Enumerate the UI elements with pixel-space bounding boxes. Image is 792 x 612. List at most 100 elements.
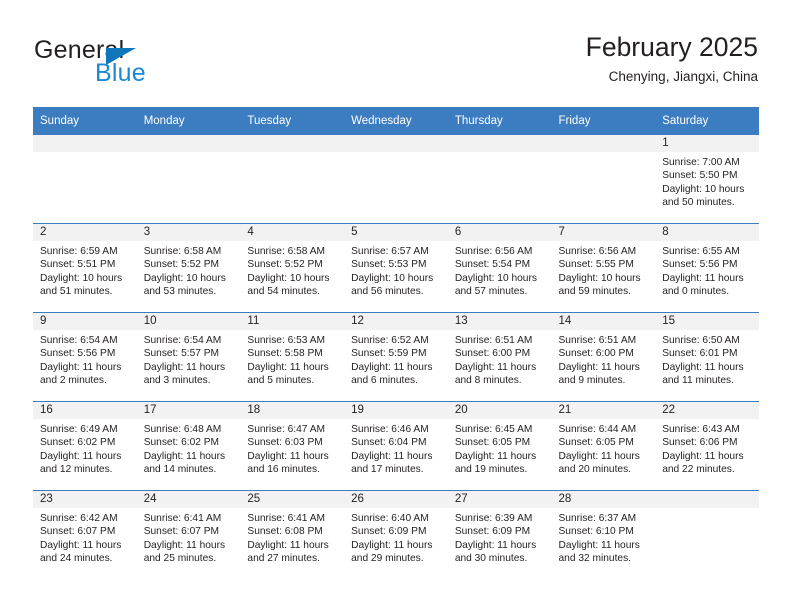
day-number: 4 bbox=[240, 224, 345, 241]
calendar-week-row: 2 Sunrise: 6:59 AM Sunset: 5:51 PM Daylight… bbox=[33, 223, 759, 313]
calendar-day-cell[interactable]: 5 Sunrise: 6:57 AM Sunset: 5:53 PM Daylight… bbox=[344, 223, 448, 313]
day-number: 6 bbox=[447, 224, 552, 241]
calendar-day-cell[interactable] bbox=[655, 490, 759, 579]
day-number: 15 bbox=[655, 313, 759, 330]
weekday-header-saturday: Saturday bbox=[655, 107, 759, 135]
empty-day-cell bbox=[447, 135, 552, 223]
day-details: Sunrise: 6:54 AM Sunset: 5:57 PM Daylight:… bbox=[137, 330, 241, 388]
calendar-day-cell[interactable]: 23 Sunrise: 6:42 AM Sunset: 6:07 PM Dayligh… bbox=[33, 490, 137, 579]
calendar-day-cell[interactable]: 15 Sunrise: 6:50 AM Sunset: 6:01 PM Dayligh… bbox=[655, 312, 759, 402]
day-number: 9 bbox=[33, 313, 137, 330]
day-cell: 12 Sunrise: 6:52 AM Sunset: 5:59 PM Dayligh… bbox=[344, 313, 448, 401]
day-cell: 4 Sunrise: 6:58 AM Sunset: 5:52 PM Daylight… bbox=[240, 224, 345, 312]
calendar-day-cell[interactable] bbox=[551, 135, 656, 224]
sunrise-text: Sunrise: 6:56 AM bbox=[558, 246, 637, 257]
calendar-day-cell[interactable]: 7 Sunrise: 6:56 AM Sunset: 5:55 PM Daylight… bbox=[551, 223, 656, 313]
calendar-day-cell[interactable]: 6 Sunrise: 6:56 AM Sunset: 5:54 PM Daylight… bbox=[447, 223, 552, 313]
sunrise-text: Sunrise: 6:59 AM bbox=[40, 246, 118, 257]
day-number: 8 bbox=[655, 224, 759, 241]
empty-day-cell bbox=[655, 491, 759, 579]
calendar-day-cell[interactable]: 28 Sunrise: 6:37 AM Sunset: 6:10 PM Dayligh… bbox=[551, 490, 656, 579]
title-block: February 2025 Chenying, Jiangxi, China bbox=[586, 30, 758, 87]
day-number: 19 bbox=[344, 402, 448, 419]
sunset-text: Sunset: 6:02 PM bbox=[40, 437, 116, 449]
day-details: Sunrise: 6:51 AM Sunset: 6:00 PM Daylight:… bbox=[448, 330, 552, 388]
day-details: Sunrise: 6:41 AM Sunset: 6:08 PM Daylight:… bbox=[240, 508, 344, 566]
calendar-day-cell[interactable]: 22 Sunrise: 6:43 AM Sunset: 6:06 PM Dayligh… bbox=[655, 401, 759, 491]
calendar-day-cell[interactable] bbox=[447, 135, 552, 224]
calendar-day-cell[interactable]: 13 Sunrise: 6:51 AM Sunset: 6:00 PM Dayligh… bbox=[447, 312, 552, 402]
calendar-day-cell[interactable]: 9 Sunrise: 6:54 AM Sunset: 5:56 PM Daylight… bbox=[33, 312, 137, 402]
daylight-text: Daylight: 11 hours and 27 minutes. bbox=[247, 539, 329, 565]
calendar-day-cell[interactable] bbox=[240, 135, 345, 224]
calendar-day-cell[interactable]: 8 Sunrise: 6:55 AM Sunset: 5:56 PM Daylight… bbox=[655, 223, 759, 313]
sunset-text: Sunset: 6:08 PM bbox=[247, 526, 323, 538]
daylight-text: Daylight: 11 hours and 24 minutes. bbox=[40, 539, 122, 565]
calendar-day-cell[interactable]: 3 Sunrise: 6:58 AM Sunset: 5:52 PM Daylight… bbox=[136, 223, 241, 313]
day-number bbox=[33, 135, 137, 152]
sunrise-text: Sunrise: 6:39 AM bbox=[454, 513, 533, 524]
sunset-text: Sunset: 6:02 PM bbox=[143, 437, 220, 449]
sunrise-text: Sunrise: 6:48 AM bbox=[143, 424, 222, 435]
calendar-day-cell[interactable]: 27 Sunrise: 6:39 AM Sunset: 6:09 PM Dayligh… bbox=[447, 490, 552, 579]
calendar-week-row: 1 Sunrise: 7:00 AM Sunset: 5:50 PM Daylight… bbox=[33, 135, 759, 224]
sunset-text: Sunset: 5:50 PM bbox=[662, 170, 738, 182]
day-number: 13 bbox=[447, 313, 552, 330]
sunset-text: Sunset: 5:55 PM bbox=[558, 259, 634, 271]
day-details: Sunrise: 6:58 AM Sunset: 5:52 PM Daylight:… bbox=[137, 241, 241, 299]
day-number: 27 bbox=[447, 491, 552, 508]
calendar-day-cell[interactable]: 10 Sunrise: 6:54 AM Sunset: 5:57 PM Dayligh… bbox=[136, 312, 241, 402]
sunrise-text: Sunrise: 6:45 AM bbox=[454, 424, 533, 435]
sunset-text: Sunset: 6:09 PM bbox=[351, 526, 427, 538]
sunset-text: Sunset: 6:00 PM bbox=[558, 348, 634, 360]
daylight-text: Daylight: 11 hours and 3 minutes. bbox=[143, 361, 226, 387]
sunrise-text: Sunrise: 6:44 AM bbox=[558, 424, 637, 435]
sunset-text: Sunset: 5:59 PM bbox=[351, 348, 427, 360]
calendar-day-cell[interactable]: 16 Sunrise: 6:49 AM Sunset: 6:02 PM Dayligh… bbox=[33, 401, 137, 491]
calendar-day-cell[interactable]: 25 Sunrise: 6:41 AM Sunset: 6:08 PM Dayligh… bbox=[240, 490, 345, 579]
day-cell: 7 Sunrise: 6:56 AM Sunset: 5:55 PM Daylight… bbox=[551, 224, 656, 312]
day-cell: 9 Sunrise: 6:54 AM Sunset: 5:56 PM Daylight… bbox=[33, 313, 137, 401]
daylight-text: Daylight: 11 hours and 16 minutes. bbox=[247, 450, 329, 476]
calendar-day-cell[interactable]: 11 Sunrise: 6:53 AM Sunset: 5:58 PM Dayligh… bbox=[240, 312, 345, 402]
calendar-day-cell[interactable]: 2 Sunrise: 6:59 AM Sunset: 5:51 PM Daylight… bbox=[33, 223, 137, 313]
sunrise-text: Sunrise: 6:49 AM bbox=[40, 424, 118, 435]
calendar-day-cell[interactable]: 19 Sunrise: 6:46 AM Sunset: 6:04 PM Dayligh… bbox=[344, 401, 448, 491]
day-details: Sunrise: 6:58 AM Sunset: 5:52 PM Daylight:… bbox=[240, 241, 344, 299]
calendar-day-cell[interactable]: 18 Sunrise: 6:47 AM Sunset: 6:03 PM Dayligh… bbox=[240, 401, 345, 491]
day-number: 1 bbox=[655, 135, 759, 152]
calendar-header-row: Sunday Monday Tuesday Wednesday Thursday… bbox=[33, 107, 759, 135]
day-details: Sunrise: 6:56 AM Sunset: 5:54 PM Daylight:… bbox=[448, 241, 552, 299]
calendar-day-cell[interactable]: 24 Sunrise: 6:41 AM Sunset: 6:07 PM Dayligh… bbox=[136, 490, 241, 579]
calendar-day-cell[interactable]: 21 Sunrise: 6:44 AM Sunset: 6:05 PM Dayligh… bbox=[551, 401, 656, 491]
calendar-day-cell[interactable]: 12 Sunrise: 6:52 AM Sunset: 5:59 PM Dayligh… bbox=[344, 312, 448, 402]
calendar-day-cell[interactable]: 1 Sunrise: 7:00 AM Sunset: 5:50 PM Daylight… bbox=[655, 135, 759, 224]
day-details: Sunrise: 6:39 AM Sunset: 6:09 PM Daylight:… bbox=[448, 508, 552, 566]
empty-day-cell bbox=[344, 135, 448, 223]
weekday-header-friday: Friday bbox=[551, 107, 656, 135]
sunrise-text: Sunrise: 6:37 AM bbox=[558, 513, 637, 524]
calendar-day-cell[interactable] bbox=[136, 135, 241, 224]
sunrise-text: Sunrise: 6:52 AM bbox=[351, 335, 429, 346]
day-details: Sunrise: 6:43 AM Sunset: 6:06 PM Daylight:… bbox=[655, 419, 759, 477]
sunset-text: Sunset: 5:58 PM bbox=[247, 348, 323, 360]
sunset-text: Sunset: 6:04 PM bbox=[351, 437, 427, 449]
sunset-text: Sunset: 6:06 PM bbox=[662, 437, 738, 449]
day-number: 26 bbox=[344, 491, 448, 508]
day-number: 20 bbox=[447, 402, 552, 419]
general-blue-logo[interactable]: General Blue bbox=[34, 36, 244, 96]
calendar-day-cell[interactable] bbox=[344, 135, 448, 224]
calendar-day-cell[interactable]: 4 Sunrise: 6:58 AM Sunset: 5:52 PM Daylight… bbox=[240, 223, 345, 313]
daylight-text: Daylight: 11 hours and 0 minutes. bbox=[662, 272, 744, 298]
daylight-text: Daylight: 11 hours and 5 minutes. bbox=[247, 361, 329, 387]
day-cell: 3 Sunrise: 6:58 AM Sunset: 5:52 PM Daylight… bbox=[136, 224, 241, 312]
calendar-day-cell[interactable]: 17 Sunrise: 6:48 AM Sunset: 6:02 PM Dayligh… bbox=[136, 401, 241, 491]
calendar-day-cell[interactable]: 26 Sunrise: 6:40 AM Sunset: 6:09 PM Dayligh… bbox=[344, 490, 448, 579]
calendar-day-cell[interactable]: 14 Sunrise: 6:51 AM Sunset: 6:00 PM Dayligh… bbox=[551, 312, 656, 402]
calendar-day-cell[interactable]: 20 Sunrise: 6:45 AM Sunset: 6:05 PM Dayligh… bbox=[447, 401, 552, 491]
day-details: Sunrise: 7:00 AM Sunset: 5:50 PM Daylight:… bbox=[655, 152, 759, 210]
sunrise-text: Sunrise: 6:54 AM bbox=[143, 335, 222, 346]
calendar-day-cell[interactable] bbox=[33, 135, 137, 224]
daylight-text: Daylight: 10 hours and 53 minutes. bbox=[143, 272, 226, 298]
day-cell: 23 Sunrise: 6:42 AM Sunset: 6:07 PM Dayligh… bbox=[33, 491, 137, 579]
